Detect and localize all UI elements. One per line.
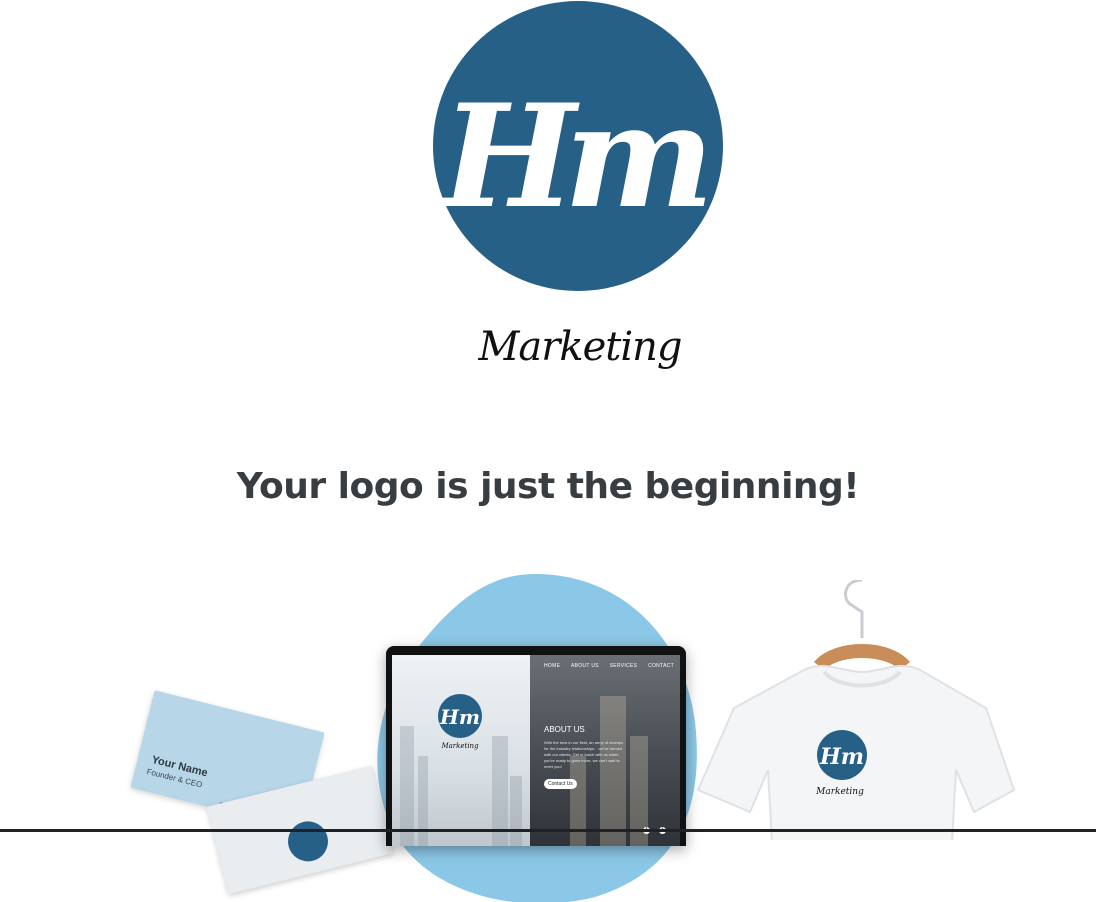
- website-nav-contact[interactable]: CONTACT: [648, 663, 674, 669]
- logo-monogram: Hm: [438, 74, 706, 240]
- website-contact-button[interactable]: Contact Us: [544, 779, 577, 789]
- tshirt-logo-monogram: Hm: [819, 744, 864, 770]
- website-about-title: ABOUT US: [544, 725, 585, 734]
- website-left-panel: Hm Marketing: [392, 655, 530, 846]
- laptop-mockup: Hm Marketing HOME ABOUT US SERVICES CONT…: [386, 646, 686, 846]
- brand-mockups: Your Name Founder & CEO email@ Hm Market…: [0, 560, 1096, 902]
- website-nav-home[interactable]: HOME: [544, 663, 560, 669]
- tshirt-logo-wordmark: Marketing: [815, 787, 864, 797]
- website-nav-about[interactable]: ABOUT US: [571, 663, 599, 669]
- website-logo-wordmark: Marketing: [440, 742, 479, 750]
- website-about-text: With the best in our field, an army of c…: [544, 740, 624, 769]
- card-logo-icon: [283, 817, 333, 866]
- logo-wordmark: Marketing: [477, 324, 681, 370]
- hanger-hook-icon: [844, 580, 864, 638]
- website-logo-monogram: Hm: [439, 705, 480, 729]
- website-nav-services[interactable]: SERVICES: [610, 663, 638, 669]
- tshirt-mockup: Hm Marketing: [696, 580, 1016, 840]
- website-logo-icon: Hm Marketing: [438, 694, 482, 750]
- website-preview: Hm Marketing HOME ABOUT US SERVICES CONT…: [392, 655, 680, 846]
- page-headline: Your logo is just the beginning!: [236, 466, 860, 507]
- brand-logo: Hm Marketing: [430, 0, 730, 390]
- website-nav: HOME ABOUT US SERVICES CONTACT: [544, 663, 674, 669]
- brand-logo-mark: Hm Marketing: [433, 1, 723, 370]
- website-right-panel: HOME ABOUT US SERVICES CONTACT ABOUT US …: [530, 655, 680, 846]
